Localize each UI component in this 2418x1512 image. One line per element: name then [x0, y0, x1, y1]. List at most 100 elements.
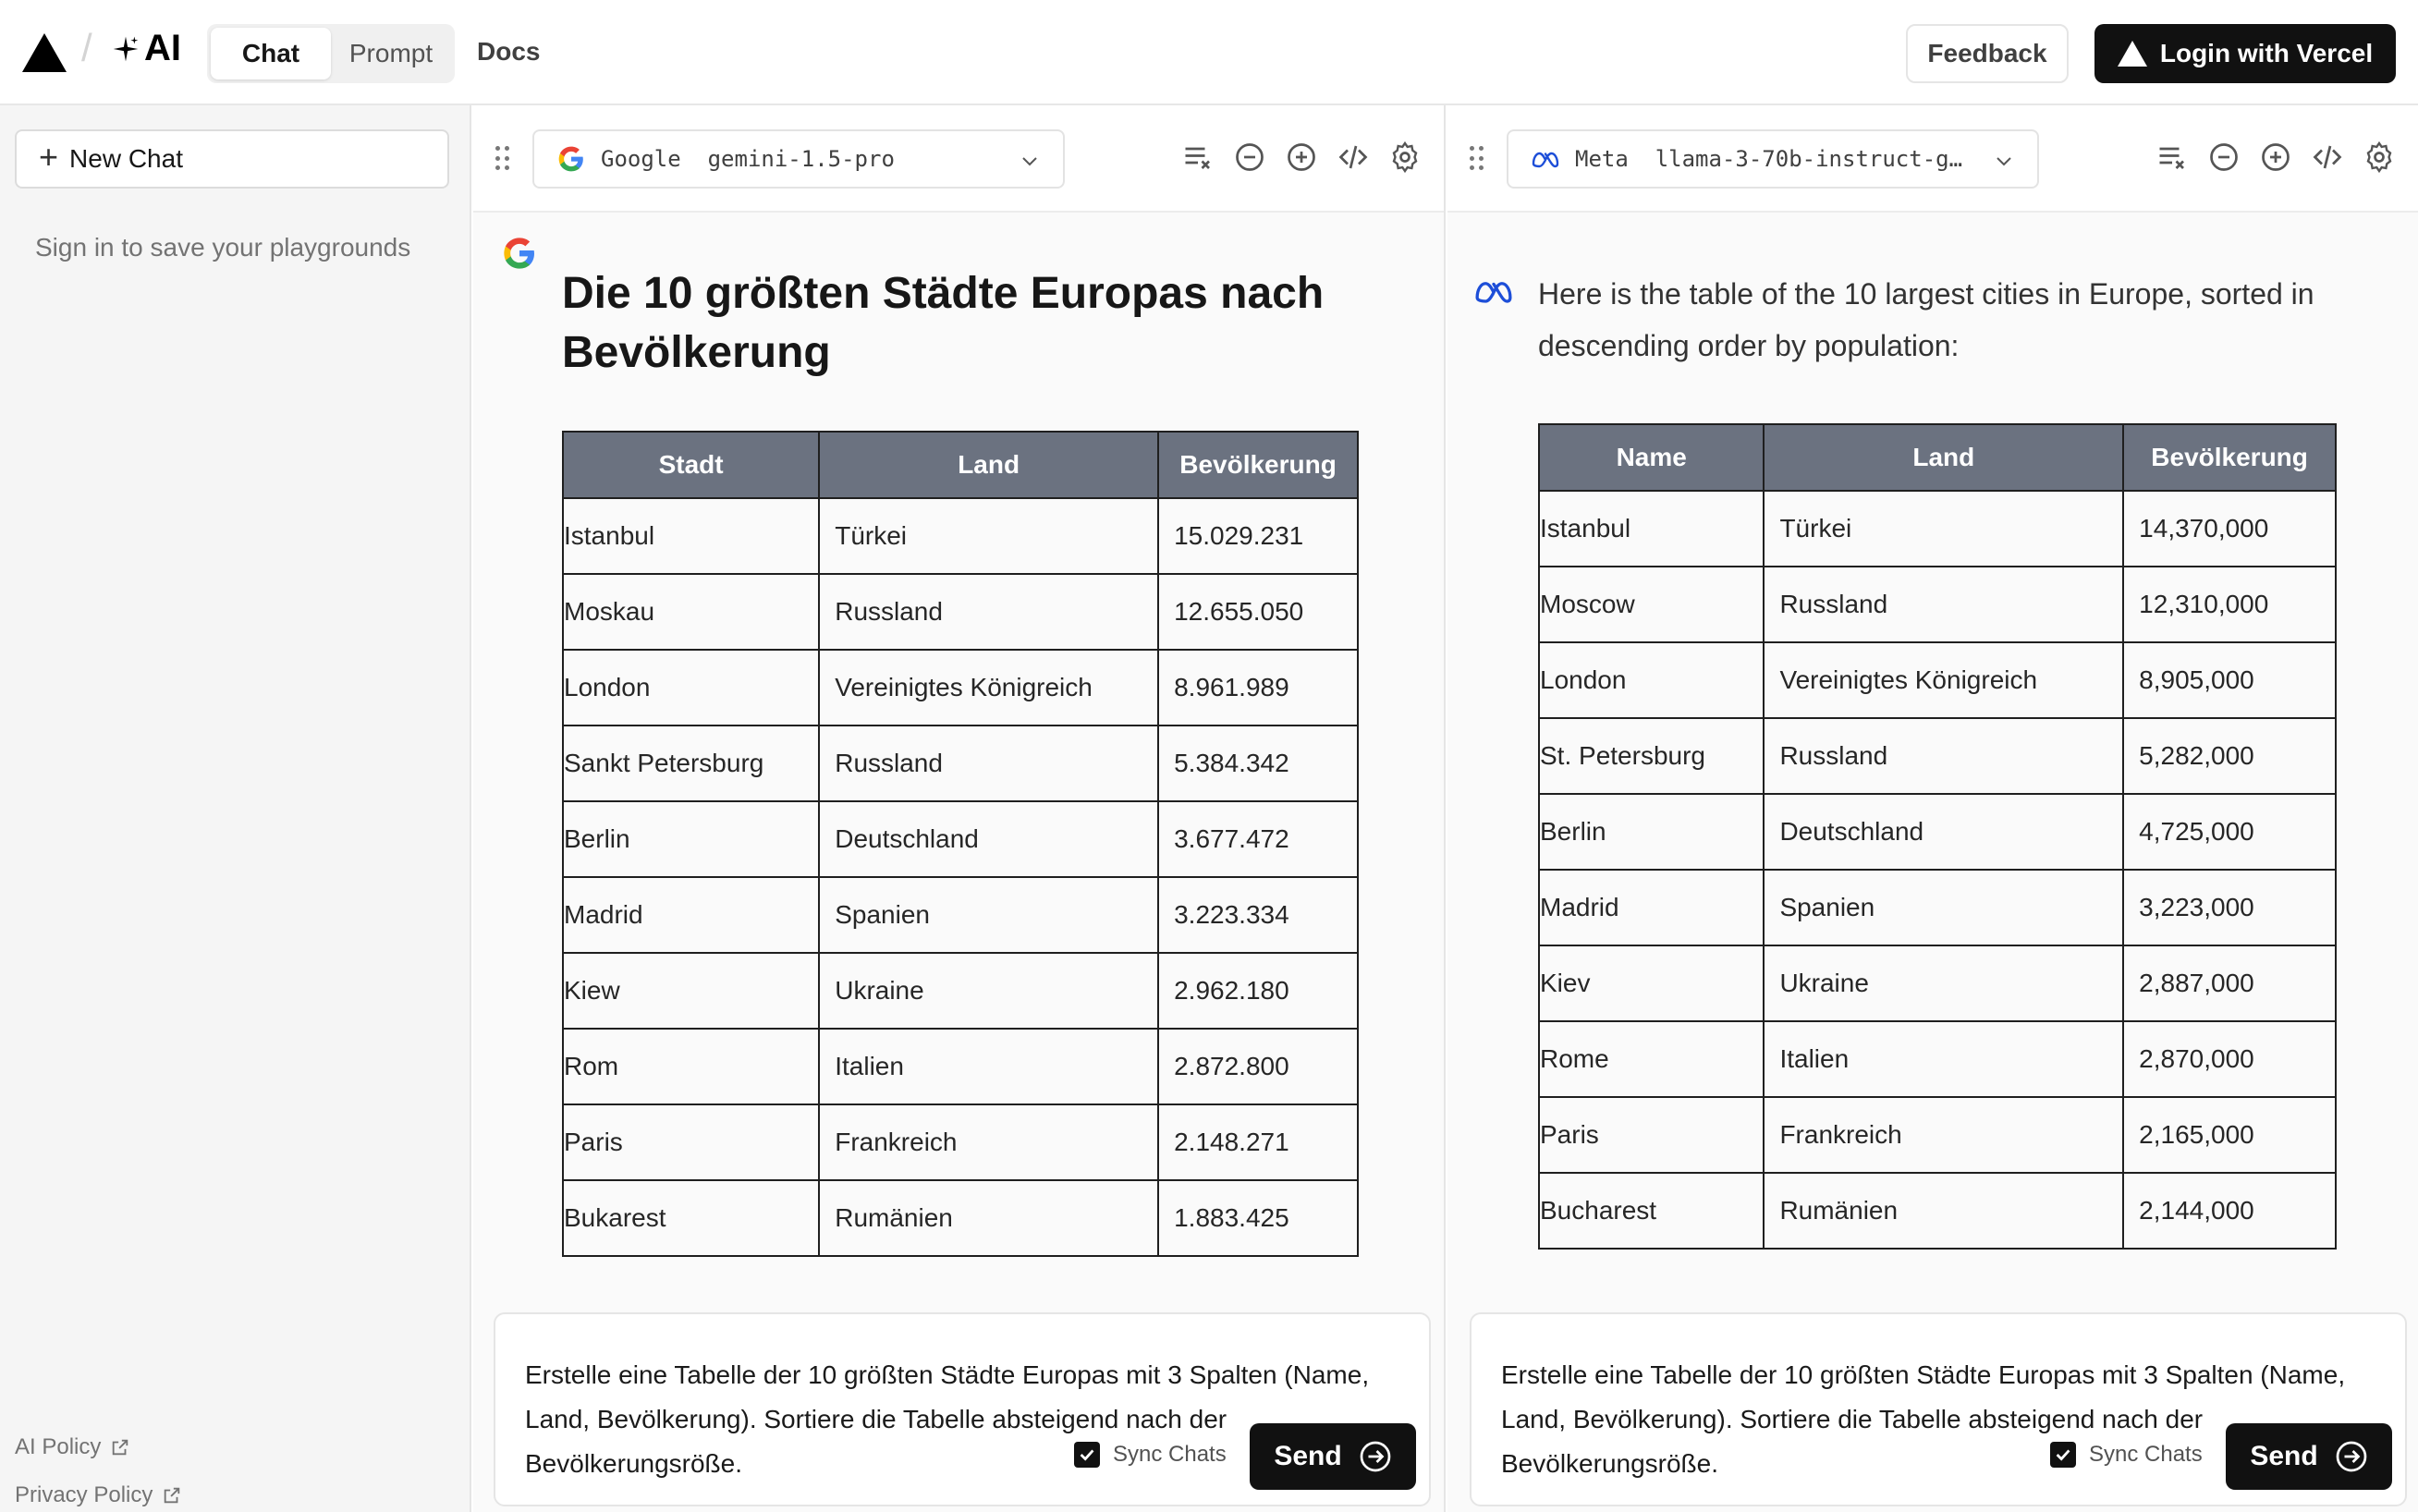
model-label: Meta llama-3-70b-instruct-g… — [1575, 146, 1963, 172]
remove-panel-icon[interactable] — [2207, 140, 2241, 174]
table-cell: Rome — [1537, 1020, 1765, 1098]
table-cell: 2,144,000 — [2122, 1172, 2337, 1250]
checkbox-checked-icon[interactable] — [1074, 1442, 1100, 1468]
table-cell: Kiew — [561, 952, 821, 1030]
table-row: London Vereinigtes Königreich 8,905,000 — [1537, 641, 2337, 719]
table-cell: Russland — [1763, 717, 2125, 795]
chevron-down-icon — [1022, 157, 1037, 166]
vercel-logo-icon[interactable] — [22, 33, 67, 72]
code-icon[interactable] — [2311, 140, 2344, 174]
table-cell: Paris — [1537, 1096, 1765, 1174]
table-row: Berlin Deutschland 3.677.472 — [561, 800, 1359, 878]
login-with-vercel-button[interactable]: Login with Vercel — [2094, 24, 2396, 83]
new-chat-label: New Chat — [69, 144, 183, 173]
table-cell: 15.029.231 — [1157, 497, 1359, 575]
table-cell: Rom — [561, 1028, 821, 1105]
tab-chat[interactable]: Chat — [211, 28, 331, 79]
panel-toolbar: Google gemini-1.5-pro — [473, 105, 1444, 213]
table-header-cell: Bevölkerung — [2122, 423, 2337, 492]
google-icon — [558, 146, 583, 172]
arrow-right-circle-icon — [2336, 1441, 2367, 1472]
prompt-composer[interactable]: Erstelle eine Tabelle der 10 größten Stä… — [1470, 1312, 2407, 1506]
table-cell: Madrid — [1537, 869, 1765, 946]
prompt-composer[interactable]: Erstelle eine Tabelle der 10 größten Stä… — [494, 1312, 1431, 1506]
table-row: Paris Frankreich 2.148.271 — [561, 1104, 1359, 1181]
table-cell: Russland — [818, 725, 1160, 802]
table-row: Kiew Ukraine 2.962.180 — [561, 952, 1359, 1030]
table-cell: Russland — [818, 573, 1160, 651]
meta-icon — [1475, 282, 1512, 303]
table-cell: Kiev — [1537, 945, 1765, 1022]
table-row: Bucharest Rumänien 2,144,000 — [1537, 1172, 2337, 1250]
table-row: St. Petersburg Russland 5,282,000 — [1537, 717, 2337, 795]
sync-chats-label: Sync Chats — [2089, 1442, 2203, 1467]
login-button-label: Login with Vercel — [2159, 39, 2374, 67]
table-cell: 5.384.342 — [1157, 725, 1359, 802]
add-panel-icon[interactable] — [2259, 140, 2292, 174]
table-cell: 1.883.425 — [1157, 1179, 1359, 1257]
external-link-icon — [165, 1487, 180, 1504]
remove-panel-icon[interactable] — [1233, 140, 1266, 174]
table-cell: Türkei — [1763, 490, 2125, 567]
feedback-button[interactable]: Feedback — [1906, 24, 2069, 83]
privacy-policy-link[interactable]: Privacy Policy — [15, 1482, 182, 1508]
table-cell: Sankt Petersburg — [561, 725, 821, 802]
table-cell: Madrid — [561, 876, 821, 954]
drag-handle-icon[interactable] — [495, 146, 510, 172]
add-panel-icon[interactable] — [1285, 140, 1318, 174]
code-icon[interactable] — [1337, 140, 1370, 174]
panel-toolbar: Meta llama-3-70b-instruct-g… — [1447, 105, 2418, 213]
ai-policy-link[interactable]: AI Policy — [15, 1434, 130, 1460]
docs-link[interactable]: Docs — [477, 37, 540, 67]
sync-chats-toggle[interactable]: Sync Chats — [2050, 1442, 2203, 1468]
table-cell: Istanbul — [561, 497, 821, 575]
clear-chat-icon[interactable] — [2155, 140, 2189, 174]
table-row: Moskau Russland 12.655.050 — [561, 573, 1359, 651]
response-heading: Die 10 größten Städte Europas nach Bevöl… — [562, 269, 1325, 377]
panel-actions — [2155, 140, 2396, 174]
table-row: Rome Italien 2,870,000 — [1537, 1020, 2337, 1098]
table-cell: Rumänien — [1763, 1172, 2125, 1250]
settings-gear-icon[interactable] — [2363, 140, 2396, 174]
ai-policy-label: AI Policy — [15, 1434, 102, 1459]
table-cell: London — [561, 649, 821, 726]
table-cell: Vereinigtes Königreich — [1763, 641, 2125, 719]
new-chat-button[interactable]: + New Chat — [15, 129, 449, 189]
table-header-cell: Land — [1763, 423, 2125, 492]
checkbox-checked-icon[interactable] — [2050, 1442, 2076, 1468]
tab-prompt[interactable]: Prompt — [331, 28, 451, 79]
table-cell: 2,887,000 — [2122, 945, 2337, 1022]
chat-panel-meta: Meta llama-3-70b-instruct-g… Here is the… — [1447, 105, 2418, 1512]
ai-logo[interactable]: AI — [111, 28, 181, 69]
model-selector[interactable]: Google gemini-1.5-pro — [532, 129, 1065, 189]
table-cell: 12.655.050 — [1157, 573, 1359, 651]
settings-gear-icon[interactable] — [1388, 140, 1422, 174]
table-cell: Berlin — [561, 800, 821, 878]
table-cell: Spanien — [818, 876, 1160, 954]
sidebar: + New Chat Sign in to save your playgrou… — [0, 105, 471, 1512]
table-cell: Spanien — [1763, 869, 2125, 946]
table-cell: 8.961.989 — [1157, 649, 1359, 726]
table-cell: Istanbul — [1537, 490, 1765, 567]
sync-chats-toggle[interactable]: Sync Chats — [1074, 1442, 1227, 1468]
logo-divider: / — [81, 26, 92, 69]
panel-actions — [1181, 140, 1422, 174]
table-cell: Vereinigtes Königreich — [818, 649, 1160, 726]
table-cell: Moskau — [561, 573, 821, 651]
model-selector[interactable]: Meta llama-3-70b-instruct-g… — [1507, 129, 2039, 189]
mode-tabs: Chat Prompt — [207, 24, 455, 83]
chat-panel-google: Google gemini-1.5-pro Die 10 größten Stä… — [473, 105, 1446, 1512]
clear-chat-icon[interactable] — [1181, 140, 1215, 174]
table-cell: 4,725,000 — [2122, 793, 2337, 871]
table-cell: Deutschland — [1763, 793, 2125, 871]
drag-handle-icon[interactable] — [1470, 146, 1484, 172]
table-cell: 14,370,000 — [2122, 490, 2337, 567]
table-row: Kiev Ukraine 2,887,000 — [1537, 945, 2337, 1022]
send-label: Send — [1274, 1441, 1342, 1471]
table-cell: 3.223.334 — [1157, 876, 1359, 954]
send-button[interactable]: Send — [1250, 1423, 1416, 1490]
table-cell: Deutschland — [818, 800, 1160, 878]
signin-note: Sign in to save your playgrounds — [35, 233, 411, 262]
send-button[interactable]: Send — [2226, 1423, 2392, 1490]
send-label: Send — [2250, 1441, 2318, 1471]
